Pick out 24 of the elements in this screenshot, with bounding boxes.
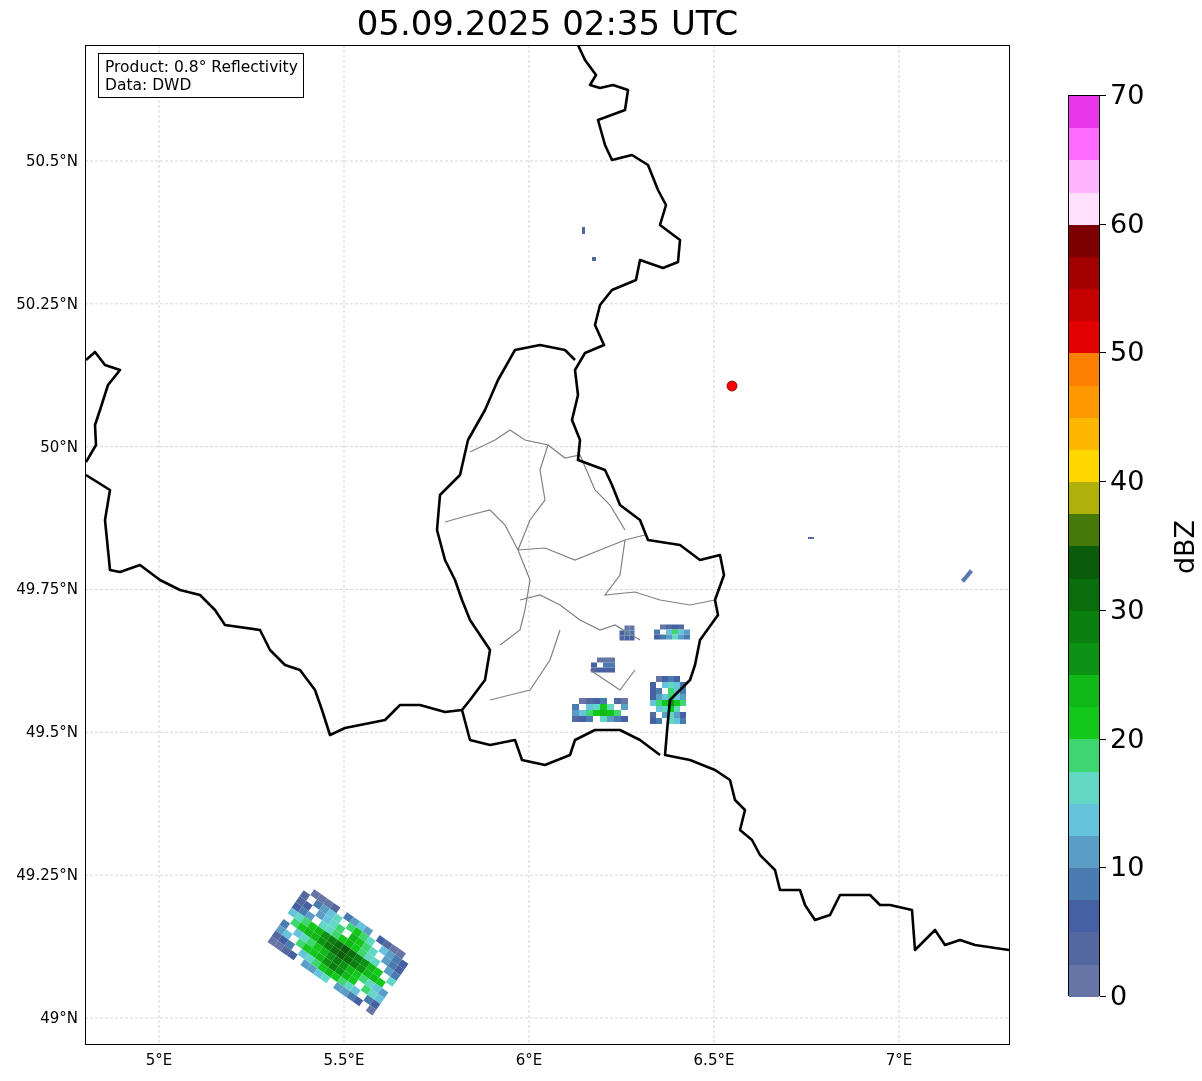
longitude-label: 7°E — [885, 1051, 913, 1069]
latitude-label: 49.25°N — [16, 866, 78, 885]
colorbar-tick-label: 40 — [1110, 464, 1145, 499]
latitude-label: 49.75°N — [16, 580, 78, 599]
longitude-label: 6°E — [515, 1051, 543, 1069]
colorbar-tick-label: 70 — [1110, 78, 1145, 112]
latitude-label: 49°N — [40, 1008, 78, 1027]
colorbar-label: dBZ — [1168, 519, 1202, 575]
colorbar-tick-label: 50 — [1110, 335, 1145, 370]
longitude-label: 5.5°E — [323, 1051, 365, 1069]
colorbar-tick-label: 30 — [1110, 592, 1145, 627]
longitude-label: 5°E — [145, 1051, 173, 1069]
legend-text: Product: 0.8° Reflectivity — [105, 58, 298, 76]
latitude-label: 49.5°N — [25, 723, 78, 742]
colorbar-tick-label: 20 — [1110, 721, 1145, 756]
legend-text: Data: DWD — [105, 76, 193, 94]
plot-title: 05.09.2025 02:35 UTC — [356, 3, 739, 43]
latitude-label: 50.25°N — [16, 294, 78, 313]
colorbar-tick-label: 0 — [1110, 979, 1128, 1013]
longitude-label: 6.5°E — [693, 1051, 735, 1069]
latitude-label: 50.5°N — [25, 152, 78, 170]
colorbar-tick-label: 60 — [1110, 206, 1145, 241]
latitude-label: 50°N — [40, 437, 78, 456]
colorbar-tick-label: 10 — [1110, 850, 1145, 885]
